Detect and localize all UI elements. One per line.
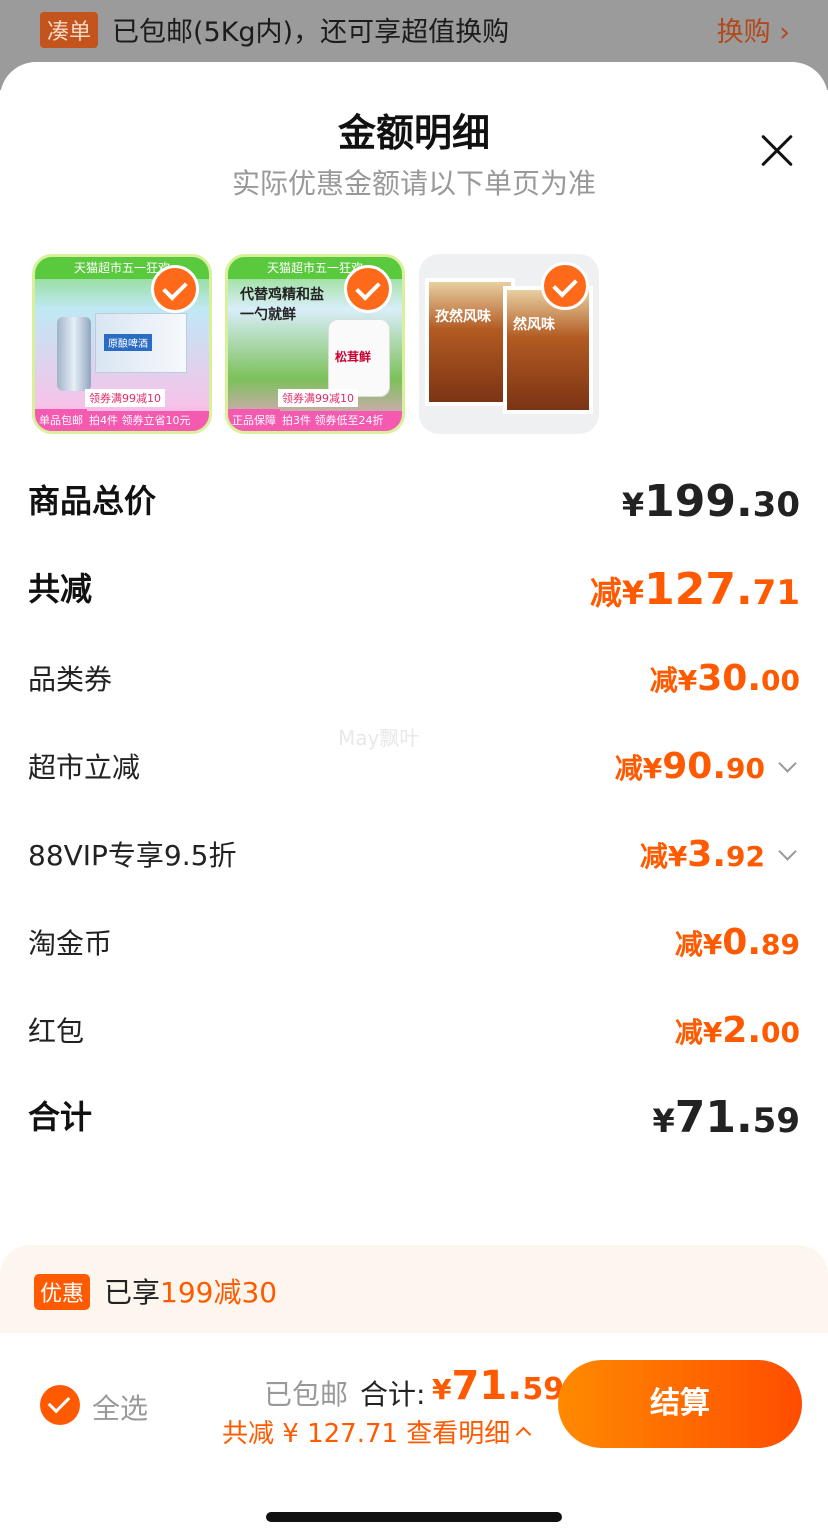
chevron-down-icon[interactable] xyxy=(778,754,797,773)
sheet-title: 金额明细 xyxy=(337,111,490,155)
select-all-checkbox[interactable] xyxy=(40,1385,80,1425)
category-coupon-label: 品类券 xyxy=(28,663,113,696)
subtotal-value: ¥199.30 xyxy=(621,476,800,527)
grand-total-label: 合计 xyxy=(28,1098,93,1136)
checkout-total-value: ¥71.59 xyxy=(432,1363,565,1409)
spice-pack-image: 然风味 xyxy=(503,286,593,414)
bundle-tag: 凑单 xyxy=(40,12,99,48)
total-discount-label: 共减 xyxy=(28,570,93,608)
product-badge: 单品包邮 xyxy=(35,409,87,431)
chevron-up-icon[interactable] xyxy=(516,1426,532,1443)
product-thumbnail[interactable]: 孜然风味 然风味 xyxy=(419,254,599,434)
promo-text: 拍3件 领券低至24折 xyxy=(278,411,402,431)
product-headline: 代替鸡精和盐 一勺就鲜 xyxy=(240,287,324,323)
check-icon[interactable] xyxy=(151,265,199,313)
promo-text: 拍4件 领券立省10元 xyxy=(85,411,209,431)
jar-image: 松茸鲜 xyxy=(328,319,390,397)
gold-coin-value: 减¥0.89 xyxy=(674,922,800,963)
home-indicator xyxy=(266,1512,562,1522)
gold-coin-label: 淘金币 xyxy=(28,927,113,960)
product-label: 然风味 xyxy=(513,317,555,333)
view-details-link[interactable]: 共减 ¥ 127.71 查看明细 xyxy=(222,1413,532,1450)
discount-text: 已享199减30 xyxy=(104,1276,278,1309)
product-label: 孜然风味 xyxy=(435,309,491,325)
checkout-bar: 全选 已包邮 合计: ¥71.59 共减 ¥ 127.71 查看明细 结算 xyxy=(0,1333,828,1539)
product-thumbnail[interactable]: 天猫超市五一狂欢 原酿啤酒 领券满99减10 拍4件 领券立省10元 单品包邮 xyxy=(32,254,212,434)
chevron-down-icon[interactable] xyxy=(778,842,797,861)
beer-can-image xyxy=(57,317,91,391)
beer-box-image: 原酿啤酒 xyxy=(95,313,187,373)
red-packet-label: 红包 xyxy=(28,1015,85,1048)
promo-text: 领券满99减10 xyxy=(278,389,358,407)
product-label: 松茸鲜 xyxy=(335,350,372,364)
subtotal-label: 商品总价 xyxy=(28,482,157,520)
product-badge: 正品保障 xyxy=(228,409,280,431)
product-label: 原酿啤酒 xyxy=(104,334,152,351)
free-shipping-label: 已包邮 xyxy=(264,1378,349,1411)
sheet-subtitle: 实际优惠金额请以下单页为准 xyxy=(231,167,596,200)
discount-strip: 优惠 已享199减30 xyxy=(0,1245,828,1345)
market-discount-value: 减¥90.90 xyxy=(615,746,800,787)
spice-pack-image: 孜然风味 xyxy=(425,278,515,406)
vip-discount-label: 88VIP专享9.5折 xyxy=(28,839,237,872)
checkout-total-label: 合计: xyxy=(360,1378,426,1411)
market-discount-label: 超市立减 xyxy=(28,751,141,784)
close-icon[interactable] xyxy=(760,134,794,168)
check-icon[interactable] xyxy=(344,265,392,313)
grand-total-value: ¥71.59 xyxy=(652,1092,800,1143)
select-all-label[interactable]: 全选 xyxy=(92,1387,148,1427)
red-packet-value: 减¥2.00 xyxy=(674,1010,800,1051)
vip-discount-value: 减¥3.92 xyxy=(640,834,800,875)
watermark: May飘叶 xyxy=(338,726,420,750)
check-icon[interactable] xyxy=(541,262,589,310)
swap-link[interactable]: 换购 › xyxy=(717,10,790,49)
checkout-button[interactable]: 结算 xyxy=(558,1360,802,1448)
category-coupon-value: 减¥30.00 xyxy=(649,658,800,699)
shipping-message: 已包邮(5Kg内)，还可享超值换购 xyxy=(112,17,510,48)
promo-text: 领券满99减10 xyxy=(85,389,165,407)
product-thumbnail[interactable]: 天猫超市五一狂欢 代替鸡精和盐 一勺就鲜 松茸鲜 领券满99减10 拍3件 领券低… xyxy=(225,254,405,434)
discount-tag: 优惠 xyxy=(34,1274,91,1310)
total-discount-value: 减¥127.71 xyxy=(589,564,800,615)
